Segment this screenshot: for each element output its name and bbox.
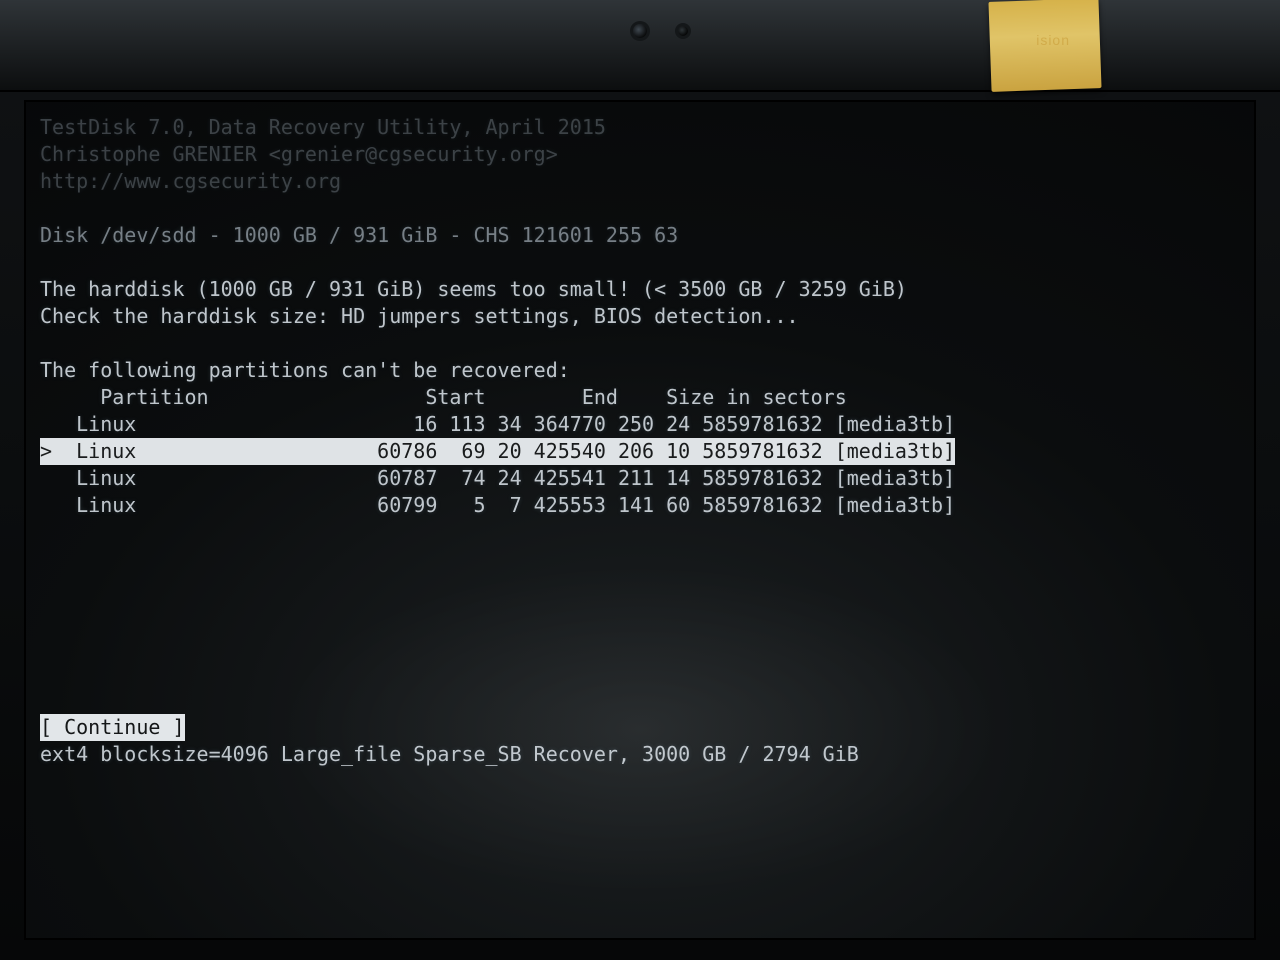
blank-line [40,249,1240,276]
blank-line [40,195,1240,222]
app-title: TestDisk 7.0, Data Recovery Utility, Apr… [40,114,1240,141]
list-intro: The following partitions can't be recove… [40,357,1240,384]
app-url: http://www.cgsecurity.org [40,168,1240,195]
bezel-top: ision [0,0,1280,92]
app-author: Christophe GRENIER <grenier@cgsecurity.o… [40,141,1240,168]
webcam-icon [633,24,647,38]
bezel: ision TestDisk 7.0, Data Recovery Utilit… [0,0,1280,960]
terminal-screen: TestDisk 7.0, Data Recovery Utility, Apr… [24,100,1256,940]
column-headers: Partition Start End Size in sectors [40,384,1240,411]
warning-line-2: Check the harddisk size: HD jumpers sett… [40,303,1240,330]
disk-info: Disk /dev/sdd - 1000 GB / 931 GiB - CHS … [40,222,1240,249]
blank-line [40,330,1240,357]
warning-line-1: The harddisk (1000 GB / 931 GiB) seems t… [40,276,1240,303]
brand-label: ision [1036,32,1070,48]
status-line: ext4 blocksize=4096 Large_file Sparse_SB… [40,741,859,768]
partition-row-selected[interactable]: > Linux 60786 69 20 425540 206 10 585978… [40,438,1240,465]
webcam-sensor-icon [678,26,688,36]
partition-row[interactable]: Linux 60799 5 7 425553 141 60 5859781632… [40,492,1240,519]
partition-row[interactable]: Linux 60787 74 24 425541 211 14 58597816… [40,465,1240,492]
continue-button[interactable]: [ Continue ] [40,714,859,741]
partition-row[interactable]: Linux 16 113 34 364770 250 24 5859781632… [40,411,1240,438]
